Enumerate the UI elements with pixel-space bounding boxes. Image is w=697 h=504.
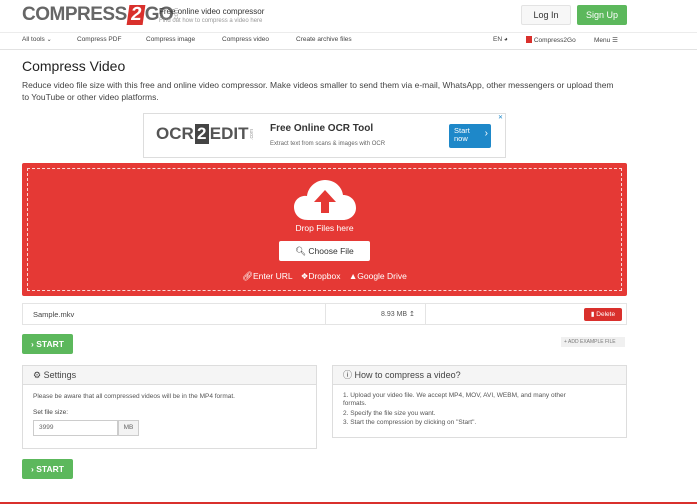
- header-tagline: Free online video compressor Find out ho…: [159, 7, 264, 24]
- compress2go-logo[interactable]: COMPRESS 2 GO .com: [22, 4, 180, 26]
- howto-panel: ⓘ How to compress a video? 1. Upload you…: [332, 365, 627, 438]
- howto-header: ⓘ How to compress a video?: [333, 366, 626, 385]
- trash-icon: ▮: [590, 311, 595, 318]
- file-size-label: Set file size:: [33, 409, 69, 416]
- logo-text-two: 2: [126, 4, 146, 25]
- google-drive-label: Google Drive: [357, 271, 407, 281]
- tagline-subtitle[interactable]: Find out how to compress a video here: [159, 18, 264, 24]
- upload-drop-zone[interactable]: Drop Files here 🔍︎ Choose File 🔗︎Enter U…: [22, 163, 627, 296]
- howto-step-3: 3. Start the compression by clicking on …: [343, 419, 477, 426]
- site-header: COMPRESS 2 GO .com Free online video com…: [0, 0, 697, 32]
- settings-note: Please be aware that all compressed vide…: [33, 393, 235, 400]
- plus-icon: +: [564, 339, 567, 345]
- language-selector[interactable]: EN ◕: [493, 36, 508, 43]
- howto-heading: How to compress a video?: [354, 370, 461, 380]
- nav-create-archive[interactable]: Create archive files: [296, 36, 352, 43]
- drop-files-text: Drop Files here: [295, 223, 354, 233]
- delete-label: Delete: [596, 311, 616, 318]
- chevron-right-icon: ›: [484, 128, 488, 139]
- nav-all-tools[interactable]: All tools ⌄: [22, 36, 52, 43]
- start-button-top[interactable]: › START: [22, 334, 73, 354]
- start-label: START: [36, 464, 64, 474]
- howto-step-1-cont: formats.: [343, 400, 367, 407]
- compress2go-small-icon: [526, 36, 532, 43]
- file-row-divider: [325, 304, 326, 324]
- file-size-unit: MB: [118, 420, 139, 436]
- choose-file-label: Choose File: [308, 246, 354, 256]
- nav-compress-pdf[interactable]: Compress PDF: [77, 36, 121, 43]
- file-name: Sample.mkv: [33, 310, 75, 319]
- brand-link[interactable]: Compress2Go: [526, 36, 576, 44]
- uploaded-file-row: Sample.mkv 8.93 MB ↥ ▮ Delete: [22, 303, 627, 325]
- nav-compress-image[interactable]: Compress image: [146, 36, 195, 43]
- search-icon: 🔍︎: [295, 246, 307, 256]
- google-drive-link[interactable]: ▲Google Drive: [349, 271, 407, 281]
- settings-header: ⚙ Settings: [23, 366, 316, 385]
- enter-url-link[interactable]: 🔗︎Enter URL: [242, 271, 295, 281]
- delete-file-button[interactable]: ▮ Delete: [584, 308, 622, 321]
- gears-icon: ⚙: [33, 370, 42, 380]
- ad-logo-right: EDIT: [209, 124, 249, 143]
- ad-subtitle: Extract text from scans & images with OC…: [270, 141, 386, 147]
- hamburger-icon: ☰: [612, 37, 618, 44]
- signup-button[interactable]: Sign Up: [577, 5, 627, 25]
- howto-step-1: 1. Upload your video file. We accept MP4…: [343, 392, 566, 399]
- link-icon: 🔗︎: [242, 271, 253, 281]
- page-description: Reduce video file size with this free an…: [22, 80, 614, 102]
- nav-all-tools-label: All tools: [22, 36, 45, 43]
- file-row-divider: [425, 304, 426, 324]
- google-drive-icon: ▲: [348, 271, 358, 281]
- dropbox-link[interactable]: ❖Dropbox: [301, 271, 343, 281]
- globe-icon: ◕: [503, 36, 508, 43]
- chevron-right-icon: ›: [31, 464, 34, 474]
- logo-text-left: COMPRESS: [22, 4, 127, 25]
- file-size: 8.93 MB ↥: [381, 310, 415, 318]
- start-button-bottom[interactable]: › START: [22, 459, 73, 479]
- ad-close-icon[interactable]: ✕: [498, 114, 503, 121]
- brand-link-label: Compress2Go: [533, 37, 576, 44]
- add-example-file-button[interactable]: + ADD EXAMPLE FILE: [561, 337, 625, 347]
- ad-logo-two: 2: [194, 124, 209, 144]
- menu-button[interactable]: Menu ☰: [594, 36, 618, 44]
- file-size-value: 8.93 MB: [381, 311, 408, 318]
- nav-compress-video[interactable]: Compress video: [222, 36, 269, 43]
- howto-step-2: 2. Specify the file size you want.: [343, 410, 436, 417]
- ocr2edit-ad-banner[interactable]: OCR 2 EDIT .com Free Online OCR Tool Ext…: [143, 113, 506, 158]
- page-title: Compress Video: [22, 58, 126, 74]
- cloud-upload-icon: [294, 180, 356, 220]
- login-button[interactable]: Log In: [521, 5, 571, 25]
- file-size-input[interactable]: 3999: [33, 420, 118, 436]
- main-nav: All tools ⌄ Compress PDF Compress image …: [0, 32, 697, 50]
- language-label: EN: [493, 36, 503, 43]
- chevron-right-icon: ›: [31, 339, 34, 349]
- tagline-title: Free online video compressor: [159, 7, 265, 16]
- chevron-down-icon: ⌄: [46, 37, 52, 43]
- ad-title: Free Online OCR Tool: [270, 123, 374, 134]
- upload-sources: 🔗︎Enter URL ❖Dropbox ▲Google Drive: [22, 271, 627, 282]
- start-label: START: [36, 339, 64, 349]
- settings-panel: ⚙ Settings Please be aware that all comp…: [22, 365, 317, 449]
- ad-start-now-button[interactable]: Start now ›: [449, 124, 491, 148]
- info-icon: ⓘ: [343, 370, 353, 380]
- upload-icon: ↥: [409, 311, 415, 318]
- ocr2edit-logo: OCR 2 EDIT .com: [156, 124, 255, 144]
- enter-url-label: Enter URL: [252, 271, 293, 281]
- dropbox-label: Dropbox: [308, 271, 341, 281]
- settings-heading: Settings: [43, 370, 77, 380]
- add-example-label: ADD EXAMPLE FILE: [568, 339, 616, 345]
- ad-logo-left: OCR: [156, 124, 194, 143]
- choose-file-button[interactable]: 🔍︎ Choose File: [279, 241, 370, 261]
- menu-label: Menu: [594, 37, 611, 44]
- ad-logo-com: .com: [248, 128, 255, 140]
